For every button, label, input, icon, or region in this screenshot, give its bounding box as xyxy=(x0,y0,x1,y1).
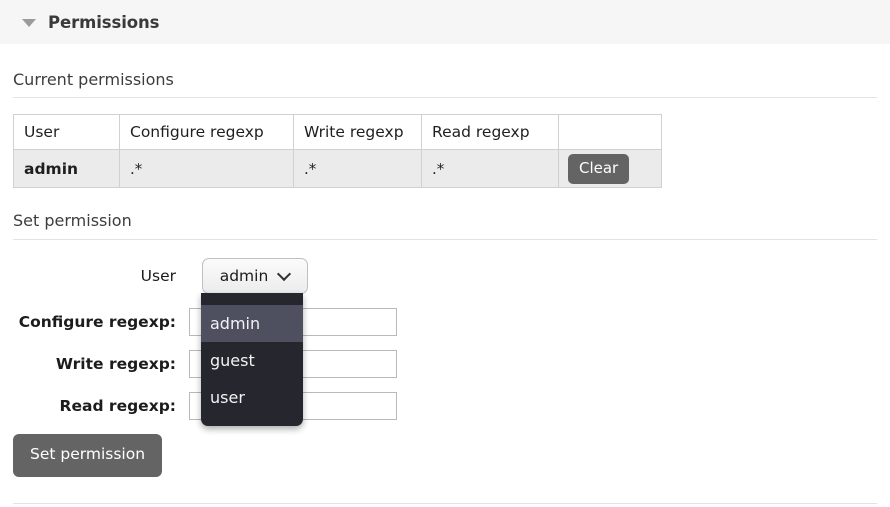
cell-actions: Clear xyxy=(558,149,662,188)
current-permissions-divider xyxy=(13,97,877,98)
set-permission-button[interactable]: Set permission xyxy=(13,434,163,477)
user-select-option-admin[interactable]: admin xyxy=(201,305,303,342)
label-configure-regexp: Configure regexp: xyxy=(18,313,176,331)
column-header-user: User xyxy=(13,114,120,150)
user-select-option-user[interactable]: user xyxy=(201,379,303,416)
column-header-read-regexp: Read regexp xyxy=(421,114,559,150)
triangle-down-icon[interactable] xyxy=(22,19,36,27)
cell-write-regexp: .* xyxy=(293,149,422,188)
set-permission-heading: Set permission xyxy=(13,211,132,230)
permissions-section-header[interactable]: Permissions xyxy=(0,0,890,44)
permissions-panel: Permissions Current permissions User Con… xyxy=(0,0,890,507)
cell-user: admin xyxy=(13,149,120,188)
column-header-configure-regexp: Configure regexp xyxy=(119,114,294,150)
page-title: Permissions xyxy=(48,12,160,32)
current-permissions-heading: Current permissions xyxy=(13,70,174,89)
user-select-option-guest[interactable]: guest xyxy=(201,342,303,379)
cell-read-regexp: .* xyxy=(421,149,559,188)
label-user: User xyxy=(140,267,176,285)
form-row-user: User xyxy=(0,258,189,294)
chevron-down-icon xyxy=(279,269,290,280)
clear-permission-button[interactable]: Clear xyxy=(568,153,630,184)
set-permission-divider xyxy=(13,239,877,240)
table-row: admin .* .* .* Clear xyxy=(13,149,662,188)
form-row-write-regexp: Write regexp: xyxy=(0,349,397,379)
form-row-configure-regexp: Configure regexp: xyxy=(0,307,397,337)
user-select[interactable]: admin xyxy=(202,258,308,294)
column-header-actions xyxy=(558,114,662,150)
form-row-read-regexp: Read regexp: xyxy=(0,391,397,421)
column-header-write-regexp: Write regexp xyxy=(293,114,422,150)
user-select-value: admin xyxy=(219,267,269,285)
user-select-dropdown[interactable]: admin guest user xyxy=(201,293,303,426)
bottom-divider xyxy=(13,503,877,504)
cell-configure-regexp: .* xyxy=(119,149,294,188)
table-header-row: User Configure regexp Write regexp Read … xyxy=(13,114,662,150)
label-read-regexp: Read regexp: xyxy=(59,397,176,415)
label-write-regexp: Write regexp: xyxy=(55,355,176,373)
current-permissions-table: User Configure regexp Write regexp Read … xyxy=(13,114,662,188)
